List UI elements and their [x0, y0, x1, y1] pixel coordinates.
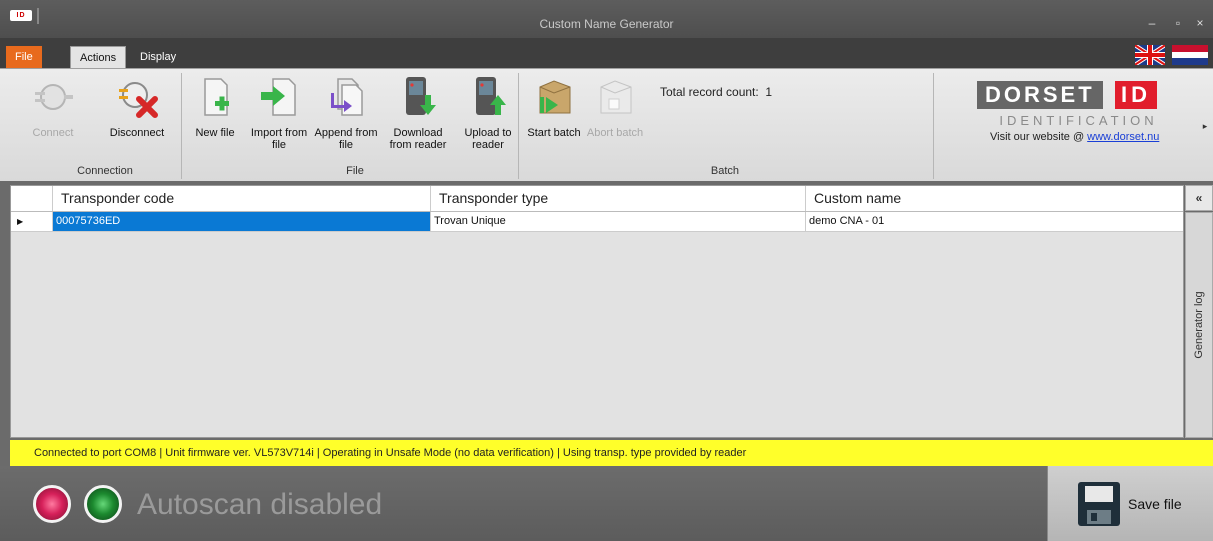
plug-icon	[31, 75, 75, 119]
ribbon-scroll-right-icon[interactable]: ▸	[1199, 73, 1211, 179]
minimize-button[interactable]: ‒	[1143, 15, 1161, 31]
save-file-button[interactable]: Save file	[1047, 466, 1213, 541]
new-file-button[interactable]: New file	[180, 73, 250, 139]
generator-log-tab[interactable]: Generator log	[1185, 212, 1213, 438]
close-button[interactable]: ×	[1191, 15, 1209, 31]
dutch-flag-icon[interactable]	[1172, 45, 1208, 65]
new-file-icon	[193, 75, 237, 119]
maximize-button[interactable]: ▫	[1169, 15, 1187, 31]
table-row[interactable]: ▶ 00075736ED Trovan Unique demo CNA - 01	[11, 212, 1183, 232]
upload-icon	[466, 75, 510, 119]
column-header-transponder-code[interactable]: Transponder code	[53, 186, 431, 211]
autoscan-status: Autoscan disabled	[137, 488, 383, 521]
upload-to-reader-button[interactable]: Upload to reader	[453, 73, 523, 151]
abort-batch-button[interactable]: Abort batch	[580, 73, 650, 139]
download-icon	[396, 75, 440, 119]
file-group-label: File	[346, 165, 364, 177]
dorset-id-logo: DORSET ID	[977, 81, 1173, 109]
website-text: Visit our website @ www.dorset.nu	[990, 131, 1160, 143]
grid-header: Transponder code Transponder type Custom…	[11, 186, 1183, 212]
generator-log-label: Generator log	[1193, 291, 1205, 359]
status-bar: Connected to port COM8 | Unit firmware v…	[10, 440, 1213, 466]
logo-subtitle: IDENTIFICATION	[999, 113, 1158, 128]
connection-group-label: Connection	[77, 165, 133, 177]
green-status-led-icon	[84, 485, 122, 523]
tab-file[interactable]: File	[6, 46, 42, 68]
disconnect-button[interactable]: Disconnect	[102, 73, 172, 139]
append-from-file-button[interactable]: Append from file	[311, 73, 381, 151]
row-indicator-icon: ▶	[11, 212, 53, 231]
bottom-bar: Autoscan disabled Save file	[0, 466, 1213, 541]
save-file-label: Save file	[1128, 496, 1182, 512]
save-disk-icon	[1078, 482, 1120, 526]
cell-transponder-code[interactable]: 00075736ED	[53, 212, 431, 231]
group-separator	[933, 73, 934, 179]
ribbon-tab-row: File Actions Display	[0, 38, 1213, 68]
batch-group-label: Batch	[710, 165, 740, 177]
title-bar: ID Custom Name Generator ‒ ▫ ×	[0, 0, 1213, 38]
collapse-panel-button[interactable]: «	[1185, 185, 1213, 211]
record-count: Total record count: 1	[660, 85, 773, 99]
connect-button[interactable]: Connect	[18, 73, 88, 139]
append-icon	[324, 75, 368, 119]
transponder-grid[interactable]: Transponder code Transponder type Custom…	[10, 185, 1184, 438]
download-from-reader-button[interactable]: Download from reader	[383, 73, 453, 151]
red-status-led-icon	[33, 485, 71, 523]
import-from-file-button[interactable]: Import from file	[244, 73, 314, 151]
disconnect-icon	[115, 75, 159, 119]
tab-actions[interactable]: Actions	[70, 46, 127, 68]
cell-custom-name[interactable]: demo CNA - 01	[806, 212, 1183, 231]
start-batch-button[interactable]: Start batch	[519, 73, 589, 139]
row-header-corner	[11, 186, 53, 211]
start-batch-icon	[532, 75, 576, 119]
abort-batch-icon	[593, 75, 637, 119]
uk-flag-icon[interactable]	[1135, 45, 1165, 65]
column-header-transponder-type[interactable]: Transponder type	[431, 186, 806, 211]
website-link[interactable]: www.dorset.nu	[1087, 131, 1159, 143]
cell-transponder-type[interactable]: Trovan Unique	[431, 212, 806, 231]
column-header-custom-name[interactable]: Custom name	[806, 186, 1183, 211]
import-icon	[257, 75, 301, 119]
window-title: Custom Name Generator	[539, 17, 674, 31]
ribbon: Connect Disconnect Connection New file I…	[0, 68, 1213, 181]
tab-display[interactable]: Display	[131, 46, 185, 68]
